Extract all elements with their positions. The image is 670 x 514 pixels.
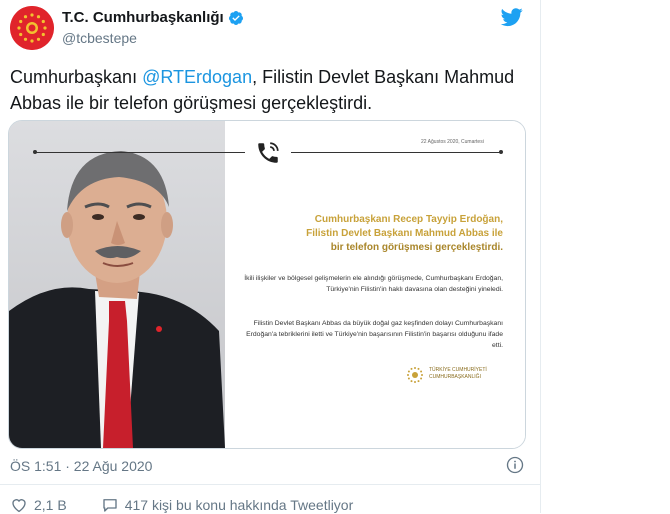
heart-icon[interactable] [10,496,28,514]
twitter-logo-icon[interactable] [500,6,524,28]
author-name-row[interactable]: T.C. Cumhurbaşkanlığı [62,9,244,26]
tweet-text-start: Cumhurbaşkanı [10,67,143,87]
comment-icon[interactable] [101,496,119,514]
divider-dot-right [499,150,503,154]
author-display-name[interactable]: T.C. Cumhurbaşkanlığı [62,9,224,26]
card-date: 22 Ağustos 2020, Cumartesi [421,139,484,145]
headline-line-2: Filistin Devlet Başkanı Mahmud Abbas ile [306,228,503,239]
phone-call-icon [258,142,279,163]
card-headline: Cumhurbaşkanı Recep Tayyip Erdoğan, Fili… [239,213,503,255]
info-icon[interactable] [506,456,524,474]
like-count: 2,1 B [34,497,67,513]
like-action[interactable]: 2,1 B [10,496,67,514]
comment-action[interactable]: 417 kişi bu konu hakkında Tweetliyor [101,496,354,514]
card-paragraph-1: İkili ilişkiler ve bölgesel gelişmelerin… [244,275,503,293]
seal-caption: TÜRKİYE CUMHURİYETİ CUMHURBAŞKANLIĞI [429,367,487,381]
avatar[interactable] [10,6,54,50]
tweet-image-card[interactable]: 22 Ağustos 2020, Cumartesi Cumhurbaşkanı… [8,120,526,449]
card-paragraph-2: Filistin Devlet Başkanı Abbas da büyük d… [246,320,503,349]
divider-right [291,152,501,153]
divider-dot-left [33,150,37,154]
presidency-seal-icon [407,367,423,383]
action-divider [0,484,540,485]
tweet-text: Cumhurbaşkanı @RTErdogan, Filistin Devle… [10,64,540,116]
comments-text[interactable]: 417 kişi bu konu hakkında Tweetliyor [125,497,354,513]
verified-badge-icon [228,10,243,25]
divider-left [35,152,245,153]
headline-line-3: bir telefon görüşmesi gerçekleştirdi. [330,242,503,253]
seal-line-1: TÜRKİYE CUMHURİYETİ [429,367,487,373]
author-handle[interactable]: @tcbestepe [62,30,137,46]
headline-line-1: Cumhurbaşkanı Recep Tayyip Erdoğan, [314,214,503,225]
seal-line-2: CUMHURBAŞKANLIĞI [429,374,481,380]
mention-link[interactable]: @RTErdogan [142,67,252,87]
column-border [540,0,541,513]
tweet-actions: 2,1 B 417 kişi bu konu hakkında Tweetliy… [10,496,353,514]
tweet-timestamp[interactable]: ÖS 1:51 · 22 Ağu 2020 [10,458,152,474]
portrait-photo [9,121,225,448]
